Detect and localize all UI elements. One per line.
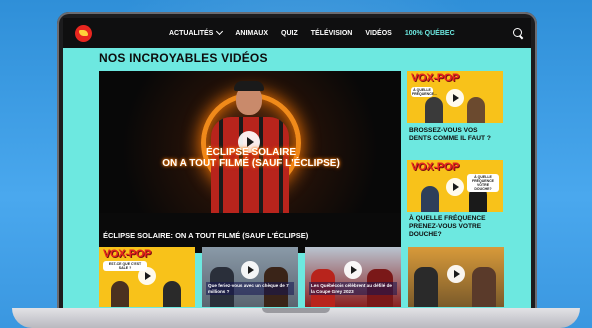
play-icon[interactable] [447, 265, 465, 283]
nav-item-television[interactable]: TÉLÉVISION [311, 30, 353, 37]
nav-item-label: QUIZ [281, 29, 298, 37]
play-icon[interactable] [446, 178, 464, 196]
featured-video-title[interactable]: ÉCLIPSE SOLAIRE: ON A TOUT FILMÉ (SAUF L… [103, 231, 397, 240]
vox-pop-logo: VOX-POP [411, 161, 460, 173]
person-figure [163, 281, 181, 307]
play-icon[interactable] [344, 261, 362, 279]
row-video-thumbnail[interactable] [408, 247, 504, 307]
person-cap [234, 81, 264, 91]
side-video-thumbnail[interactable]: VOX-POP À QUELLE FRÉQUENCE... [407, 71, 503, 123]
play-icon[interactable] [138, 267, 156, 285]
person-figure [414, 267, 438, 307]
nav-item-label: ANIMAUX [235, 29, 269, 37]
side-video-card[interactable]: VOX-POP À QUELLE FRÉQUENCE VOTRE DOUCHE?… [407, 160, 503, 250]
nav-menu: ACTUALITÉS ANIMAUX QUIZ TÉLÉVISION VIDÉO… [169, 18, 455, 48]
row-video-card[interactable]: Que feriez-vous avec un chèque de 7 mill… [202, 247, 298, 307]
play-icon[interactable] [241, 261, 259, 279]
laptop-screen: ACTUALITÉS ANIMAUX QUIZ TÉLÉVISION VIDÉO… [63, 18, 531, 308]
chevron-down-icon [216, 27, 224, 36]
overlay-line-2: ON A TOUT FILMÉ (SAUF L'ÉCLIPSE) [162, 158, 340, 169]
nav-item-videos[interactable]: VIDÉOS [365, 30, 391, 37]
person-figure [111, 281, 129, 307]
row-video-card[interactable]: VOX-POP EST-CE QUE C'EST SALE ? [99, 247, 195, 307]
person-figure [425, 97, 443, 123]
person-figure [472, 267, 496, 307]
row-video-thumbnail[interactable]: VOX-POP EST-CE QUE C'EST SALE ? [99, 247, 195, 307]
play-icon[interactable] [446, 89, 464, 107]
row-video-thumbnail[interactable]: Que feriez-vous avec un chèque de 7 mill… [202, 247, 298, 307]
vox-pop-logo: VOX-POP [411, 72, 460, 84]
row-video-title[interactable]: Les Québécois célèbrent au défilé de la … [309, 282, 397, 295]
nav-item-animaux[interactable]: ANIMAUX [235, 30, 268, 37]
row-video-title[interactable]: Que feriez-vous avec un chèque de 7 mill… [206, 282, 294, 295]
logo[interactable] [75, 25, 92, 42]
side-video-thumbnail[interactable]: VOX-POP À QUELLE FRÉQUENCE VOTRE DOUCHE? [407, 160, 503, 212]
nav-item-actualites[interactable]: ACTUALITÉS [169, 27, 224, 37]
laptop-notch [262, 308, 330, 313]
nav-item-label: VIDÉOS [365, 29, 392, 37]
person-figure [467, 97, 485, 123]
row-video-card[interactable]: Les Québécois célèbrent au défilé de la … [305, 247, 401, 307]
row-video-thumbnail[interactable]: Les Québécois célèbrent au défilé de la … [305, 247, 401, 307]
side-video-title[interactable]: À QUELLE FRÉQUENCE PRENEZ-VOUS VOTRE DOU… [409, 215, 501, 240]
nav-item-label: TÉLÉVISION [310, 29, 353, 37]
search-icon[interactable] [513, 28, 523, 38]
vox-pop-logo: VOX-POP [103, 248, 152, 260]
speech-bubble: À QUELLE FRÉQUENCE VOTRE DOUCHE? [467, 174, 499, 192]
row-video-card[interactable] [408, 247, 504, 307]
featured-overlay-title: ÉCLIPSE SOLAIRE ON A TOUT FILMÉ (SAUF L'… [151, 147, 351, 169]
nav-item-100-quebec[interactable]: 100% QUÉBEC [405, 30, 455, 37]
overlay-line-1: ÉCLIPSE SOLAIRE [205, 147, 296, 158]
nav-item-label: 100% QUÉBEC [404, 29, 455, 37]
nav-item-quiz[interactable]: QUIZ [281, 30, 298, 37]
top-navbar: ACTUALITÉS ANIMAUX QUIZ TÉLÉVISION VIDÉO… [63, 18, 531, 48]
featured-video-thumbnail[interactable]: ÉCLIPSE SOLAIRE ON A TOUT FILMÉ (SAUF L'… [99, 71, 401, 213]
nav-item-label: ACTUALITÉS [169, 29, 214, 37]
side-video-card[interactable]: VOX-POP À QUELLE FRÉQUENCE... BROSSEZ-VO… [407, 71, 503, 161]
side-video-title[interactable]: BROSSEZ-VOUS VOS DENTS COMME IL FAUT ? [409, 127, 501, 143]
featured-video-card[interactable]: ÉCLIPSE SOLAIRE ON A TOUT FILMÉ (SAUF L'… [99, 71, 401, 253]
section-title: NOS INCROYABLES VIDÉOS [99, 51, 268, 65]
person-figure [421, 186, 439, 212]
speech-bubble: À QUELLE FRÉQUENCE... [411, 87, 437, 97]
